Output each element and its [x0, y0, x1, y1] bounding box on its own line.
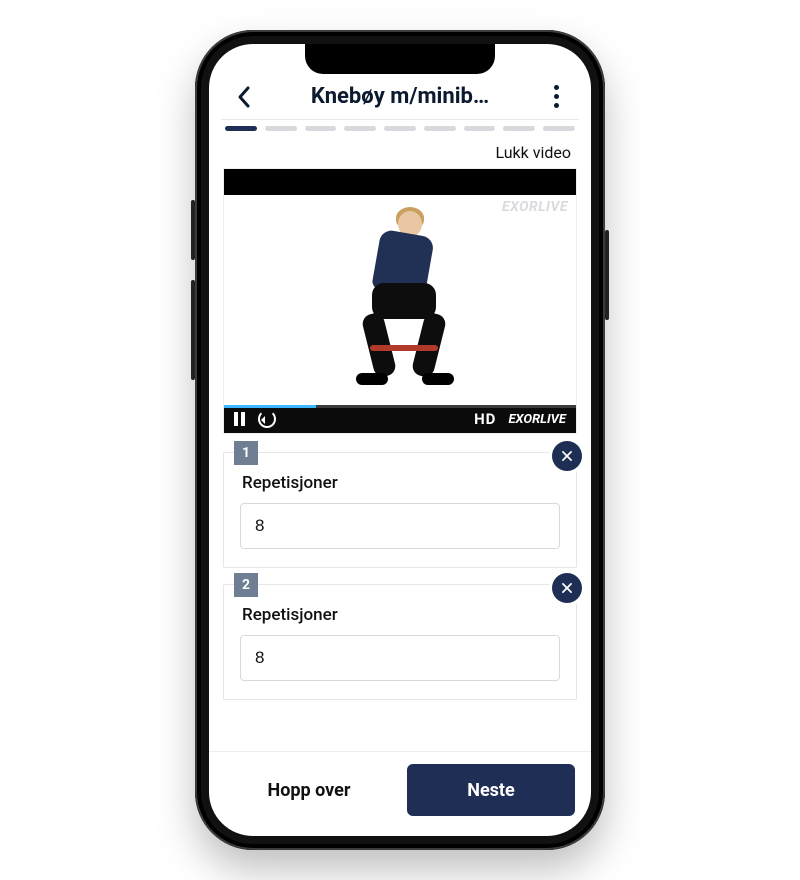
set-card: 1 Repetisjoner: [223, 452, 577, 568]
page-title: Knebøy m/minib…: [261, 84, 539, 109]
video-player: EXORLIVE HD EXORLIVE: [223, 168, 577, 434]
delete-set-button[interactable]: [552, 573, 582, 603]
delete-set-button[interactable]: [552, 441, 582, 471]
progress-segment: [344, 126, 376, 131]
more-menu-button[interactable]: [539, 85, 573, 108]
set-field-label: Repetisjoner: [242, 605, 560, 625]
kebab-icon: [554, 85, 559, 108]
progress-segment: [464, 126, 496, 131]
exercise-illustration: [340, 205, 460, 395]
progress-segment: [265, 126, 297, 131]
close-icon: [560, 581, 574, 595]
set-card: 2 Repetisjoner: [223, 584, 577, 700]
video-quality-toggle[interactable]: HD: [474, 410, 496, 428]
progress-segment: [384, 126, 416, 131]
close-icon: [560, 449, 574, 463]
video-watermark: EXORLIVE: [502, 199, 568, 215]
video-top-bar: [224, 169, 576, 195]
set-index-badge: 1: [234, 441, 258, 465]
phone-frame: Knebøy m/minib… Lukk video EXORLIVE: [195, 30, 605, 850]
progress-segment: [225, 126, 257, 131]
repetitions-input[interactable]: [240, 635, 560, 681]
footer-bar: Hopp over Neste: [209, 751, 591, 836]
progress-segment: [305, 126, 337, 131]
device-notch: [305, 44, 495, 74]
repetitions-input[interactable]: [240, 503, 560, 549]
back-button[interactable]: [227, 85, 261, 109]
step-progress: [209, 126, 591, 141]
skip-button[interactable]: Hopp over: [225, 764, 393, 816]
set-field-label: Repetisjoner: [242, 473, 560, 493]
video-controls: HD EXORLIVE: [224, 405, 576, 433]
pause-button[interactable]: [234, 412, 246, 426]
video-progress-bar[interactable]: [224, 405, 316, 408]
chevron-left-icon: [236, 85, 252, 109]
screen: Knebøy m/minib… Lukk video EXORLIVE: [209, 44, 591, 836]
progress-segment: [543, 126, 575, 131]
rewind-button[interactable]: [258, 410, 276, 428]
video-brand-label: EXORLIVE: [508, 412, 566, 427]
sets-list: 1 Repetisjoner 2 Repetisjoner: [209, 434, 591, 700]
close-video-link[interactable]: Lukk video: [209, 141, 591, 168]
next-button[interactable]: Neste: [407, 764, 575, 816]
set-index-badge: 2: [234, 573, 258, 597]
header-divider: [221, 119, 579, 120]
progress-segment: [503, 126, 535, 131]
progress-segment: [424, 126, 456, 131]
video-frame[interactable]: [224, 195, 576, 405]
content-area: Lukk video EXORLIVE: [209, 141, 591, 751]
